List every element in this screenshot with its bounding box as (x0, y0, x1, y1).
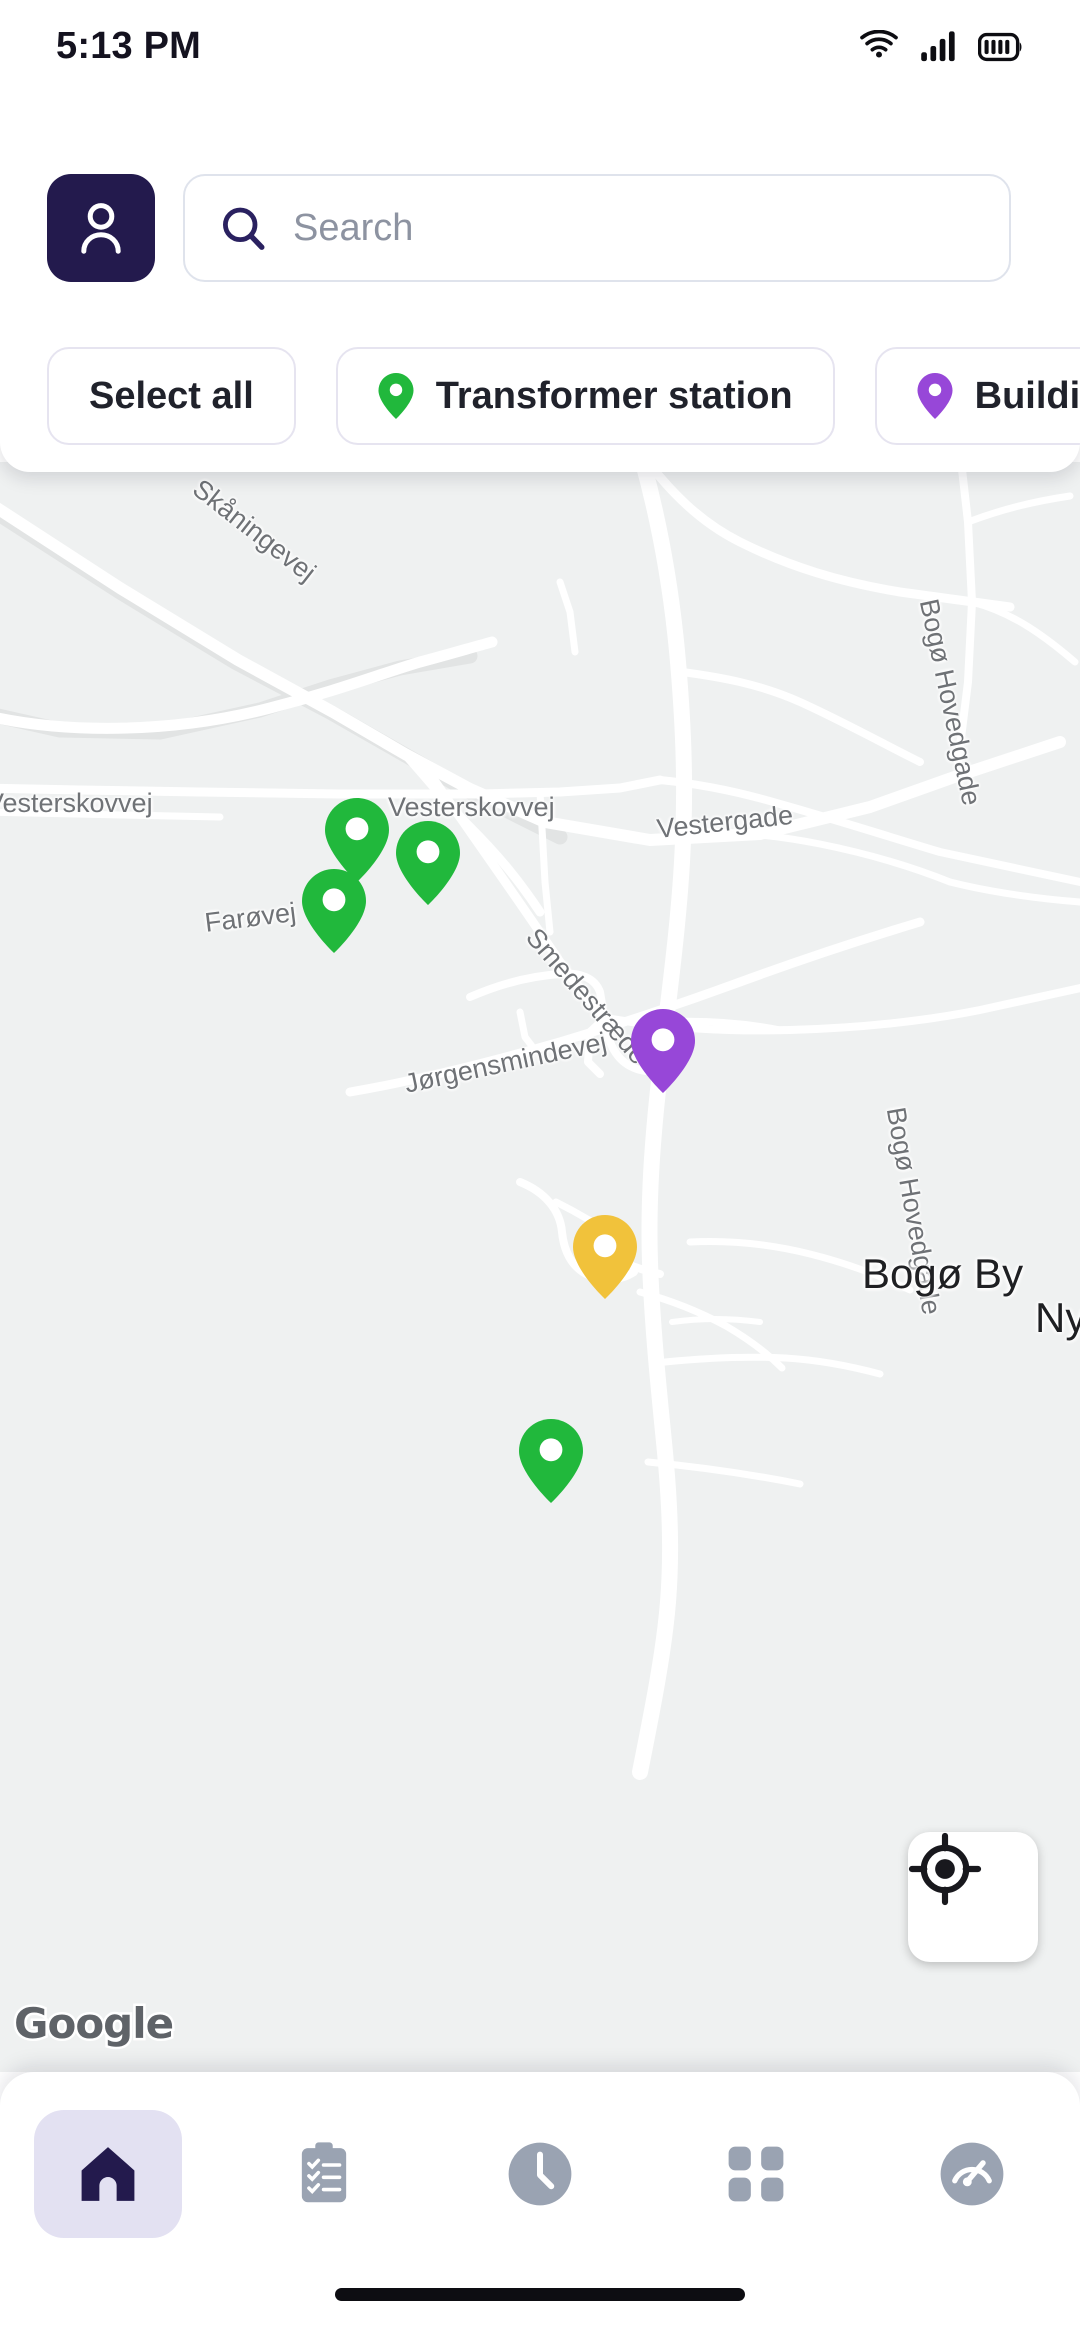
filter-chip-transformer-station[interactable]: Transformer station (335, 347, 835, 445)
gauge-icon (940, 2142, 1004, 2206)
status-bar-icons (858, 30, 1024, 62)
filter-chip-building[interactable]: Buildi (874, 347, 1080, 445)
status-bar: 5:13 PM (0, 0, 1080, 92)
city-label: Ny (1035, 1294, 1080, 1341)
grid-icon (728, 2146, 784, 2202)
map-pin-icon (378, 373, 414, 419)
map-pin-transformer-station[interactable] (302, 869, 366, 953)
filter-chip-select-all[interactable]: Select all (47, 347, 296, 445)
battery-icon (978, 32, 1022, 62)
search-input[interactable]: Search (183, 174, 1011, 282)
home-icon (81, 2147, 135, 2201)
home-indicator (335, 2288, 745, 2301)
google-attribution: Google (11, 1997, 176, 2051)
map-pin-other[interactable] (573, 1215, 637, 1299)
chip-label: Transformer station (435, 374, 793, 417)
my-location-button[interactable] (908, 1832, 1038, 1962)
nav-item-apps[interactable] (682, 2110, 830, 2238)
clock-icon (508, 2142, 572, 2206)
search-and-filter-panel: Search Select all Transformer station Bu… (0, 92, 1080, 472)
search-row: Search (47, 174, 1011, 282)
road-label: Vesterskovvej (0, 788, 153, 818)
map-pin-building[interactable] (631, 1009, 695, 1093)
nav-item-home[interactable] (34, 2110, 182, 2238)
bottom-nav-items (0, 2100, 1080, 2248)
crosshair-icon (908, 1832, 982, 1906)
nav-item-meter[interactable] (898, 2110, 1046, 2238)
map-canvas[interactable]: Skåningevej Vestergade Farøvej Smedestræ… (0, 462, 1080, 2072)
chip-label: Select all (89, 374, 254, 417)
wifi-icon (860, 30, 898, 58)
road-label: Vesterskovvej (388, 792, 555, 822)
status-bar-time: 5:13 PM (56, 24, 202, 67)
map-pin-transformer-station[interactable] (396, 821, 460, 905)
app-screen: 5:13 PM Skåningevej Vestergade Farøvej S… (0, 0, 1080, 2339)
search-placeholder: Search (293, 206, 414, 249)
filter-chip-row[interactable]: Select all Transformer station Buildi (0, 332, 1080, 460)
clipboard-checklist-icon (301, 2142, 347, 2203)
person-icon (81, 203, 121, 254)
cellular-signal-icon (921, 31, 955, 62)
search-icon (223, 207, 265, 250)
nav-item-tasks[interactable] (250, 2110, 398, 2238)
profile-button[interactable] (47, 174, 155, 282)
bottom-navigation-bar (0, 2072, 1080, 2339)
map-pin-icon (917, 373, 953, 419)
chip-label: Buildi (974, 374, 1080, 417)
map-pin-transformer-station[interactable] (519, 1419, 583, 1503)
city-label: Bogø By (862, 1250, 1024, 1297)
nav-item-history[interactable] (466, 2110, 614, 2238)
